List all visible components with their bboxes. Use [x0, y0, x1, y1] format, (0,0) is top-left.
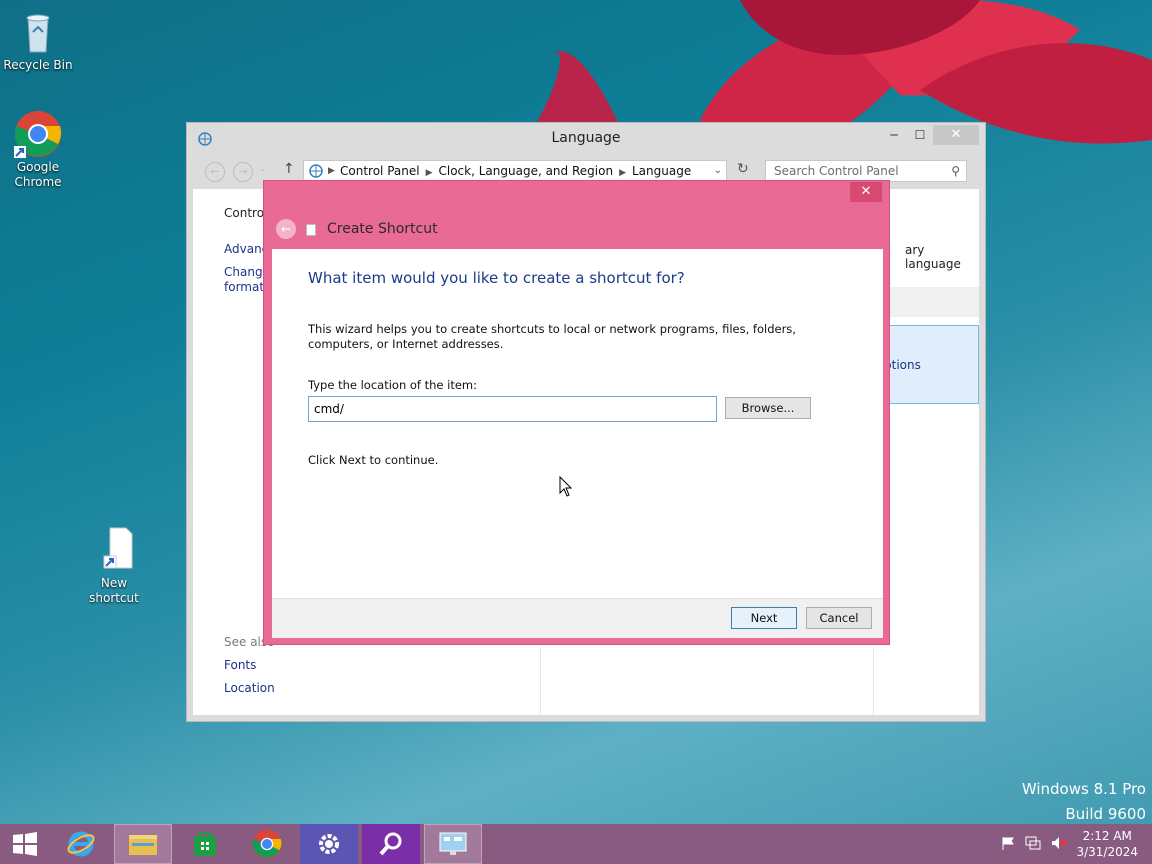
breadcrumb-chevron-icon: ▶ [619, 168, 626, 178]
location-link[interactable]: Location [224, 681, 275, 695]
search-button[interactable] [362, 824, 420, 864]
create-shortcut-dialog: ✕ ← Create Shortcut What item would you … [263, 180, 890, 645]
google-chrome-desktop-icon[interactable]: Google Chrome [0, 110, 76, 190]
dialog-body: What item would you like to create a sho… [272, 249, 883, 598]
column-divider [873, 649, 874, 715]
breadcrumb-clock-language-region[interactable]: Clock, Language, and Region [439, 164, 614, 178]
clock-time: 2:12 AM [1082, 829, 1132, 843]
internet-explorer-icon [67, 831, 95, 857]
refresh-icon[interactable]: ↻ [737, 161, 749, 177]
window-title: Language [551, 130, 621, 146]
primary-language-text: ary language [905, 243, 961, 271]
search-icon [379, 832, 402, 856]
settings-button[interactable] [300, 824, 358, 864]
address-dropdown-icon[interactable]: ⌄ [714, 161, 722, 181]
control-panel-taskbar-button[interactable] [424, 824, 482, 864]
wizard-description: This wizard helps you to create shortcut… [308, 322, 796, 351]
network-icon[interactable] [1024, 835, 1042, 854]
back-arrow-icon[interactable]: ← [205, 162, 225, 182]
control-panel-icon [439, 832, 467, 855]
breadcrumb-chevron-icon: ▶ [328, 166, 335, 176]
control-panel-home-link[interactable]: Control [224, 206, 267, 220]
chrome-taskbar-button[interactable] [238, 824, 296, 864]
minimize-button[interactable]: ─ [881, 126, 907, 144]
selected-language-row[interactable]: ptions [883, 325, 979, 404]
system-tray [1000, 824, 1068, 864]
recycle-bin-label: Recycle Bin [3, 58, 73, 72]
address-bar[interactable]: ▶ Control Panel ▶ Clock, Language, and Reg… [303, 160, 727, 182]
action-center-flag-icon[interactable] [1000, 835, 1016, 854]
windows-edition-text: Windows 8.1 Pro [1021, 780, 1146, 798]
file-explorer-button[interactable] [114, 824, 172, 864]
search-box[interactable]: Search Control Panel ⚲ [765, 160, 967, 182]
start-button[interactable] [0, 824, 50, 864]
clock-date: 3/31/2024 [1076, 845, 1138, 859]
store-button[interactable] [176, 824, 234, 864]
advanced-settings-link[interactable]: Advanc [224, 242, 268, 256]
wizard-heading: What item would you like to create a sho… [308, 269, 685, 287]
toolbar-strip [883, 287, 979, 317]
chrome-icon [252, 829, 282, 859]
search-placeholder: Search Control Panel [774, 164, 899, 178]
next-button[interactable]: Next [731, 607, 797, 629]
back-arrow-icon[interactable]: ← [276, 219, 296, 239]
dialog-close-button[interactable]: ✕ [850, 182, 882, 202]
taskbar: 2:12 AM 3/31/2024 [0, 824, 1152, 864]
shortcut-file-icon [90, 526, 138, 574]
maximize-button[interactable]: ☐ [907, 126, 933, 144]
taskbar-clock[interactable]: 2:12 AM 3/31/2024 [1076, 828, 1138, 860]
up-arrow-icon[interactable]: ↑ [283, 161, 295, 177]
breadcrumb-language[interactable]: Language [632, 164, 691, 178]
new-shortcut-desktop-icon[interactable]: New shortcut [76, 526, 152, 606]
volume-muted-icon[interactable] [1050, 835, 1068, 854]
store-icon [194, 832, 216, 856]
recycle-bin-icon [14, 8, 62, 56]
new-shortcut-label: New shortcut [89, 576, 139, 605]
browse-button[interactable]: Browse... [725, 397, 811, 419]
continue-hint: Click Next to continue. [308, 453, 439, 467]
close-button[interactable]: ✕ [933, 125, 979, 145]
dialog-title: Create Shortcut [327, 221, 438, 237]
location-input[interactable] [308, 396, 717, 422]
recent-chevron-icon[interactable]: ⌄ [259, 164, 267, 174]
mouse-cursor-icon [559, 476, 573, 497]
start-icon [13, 832, 37, 856]
location-label: Type the location of the item: [308, 378, 478, 392]
search-icon[interactable]: ⚲ [951, 161, 960, 181]
cancel-button[interactable]: Cancel [806, 607, 872, 629]
breadcrumb-control-panel[interactable]: Control Panel [340, 164, 420, 178]
dialog-footer: Next Cancel [272, 598, 883, 638]
chrome-icon [14, 110, 62, 158]
file-explorer-icon [129, 835, 157, 855]
shortcut-icon [306, 224, 316, 236]
fonts-link[interactable]: Fonts [224, 658, 256, 672]
column-divider [540, 649, 541, 715]
settings-icon [319, 834, 339, 854]
forward-arrow-icon[interactable]: → [233, 162, 253, 182]
internet-explorer-button[interactable] [52, 824, 110, 864]
build-number-text: Build 9600 [1065, 805, 1146, 823]
recycle-bin-desktop-icon[interactable]: Recycle Bin [0, 8, 76, 73]
google-chrome-label: Google Chrome [14, 160, 62, 189]
breadcrumb-chevron-icon: ▶ [425, 168, 433, 178]
language-icon [197, 131, 215, 150]
